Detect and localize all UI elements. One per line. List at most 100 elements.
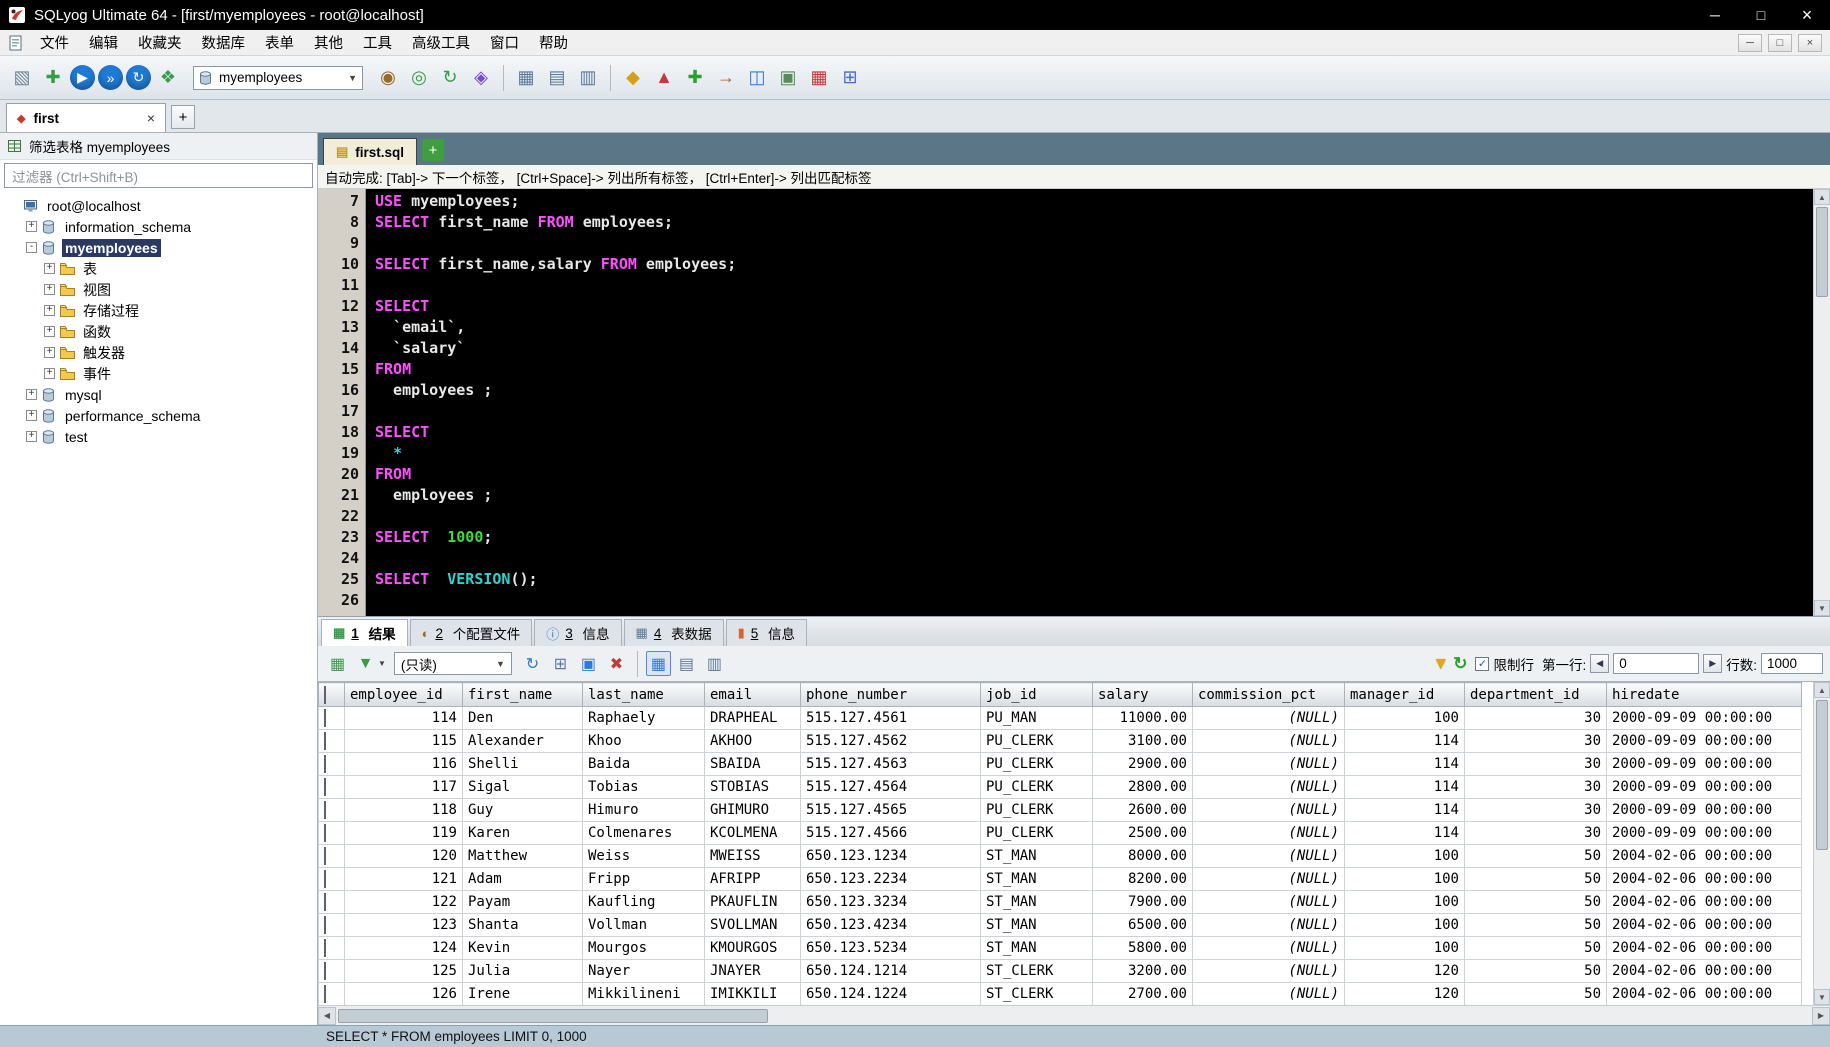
delete-row-icon[interactable]: ✖ xyxy=(604,651,629,676)
cell-employee_id[interactable]: 119 xyxy=(344,821,463,845)
column-header-hiredate[interactable]: hiredate xyxy=(1606,682,1802,707)
cell-salary[interactable]: 7900.00 xyxy=(1092,890,1193,914)
mdi-minimize-button[interactable]: ─ xyxy=(1738,33,1762,52)
cell-last_name[interactable]: Mourgos xyxy=(582,936,705,960)
cell-employee_id[interactable]: 126 xyxy=(344,982,463,1005)
cell-job_id[interactable]: PU_CLERK xyxy=(980,729,1093,753)
row-select-cell[interactable] xyxy=(318,890,345,914)
mdi-restore-button[interactable]: □ xyxy=(1768,33,1792,52)
cell-hiredate[interactable]: 2000-09-09 00:00:00 xyxy=(1606,775,1802,799)
cell-employee_id[interactable]: 118 xyxy=(344,798,463,822)
cell-department_id[interactable]: 50 xyxy=(1464,867,1607,891)
limit-rows-checkbox[interactable]: ✓ xyxy=(1475,656,1490,671)
save-changes-icon[interactable]: ▣ xyxy=(576,651,601,676)
cell-email[interactable]: DRAPHEAL xyxy=(704,706,801,730)
cell-department_id[interactable]: 30 xyxy=(1464,752,1607,776)
tree-item-myemployees[interactable]: - myemployees xyxy=(0,237,317,258)
row-select-cell[interactable] xyxy=(318,706,345,730)
scroll-down-icon[interactable]: ▼ xyxy=(1814,989,1830,1005)
cell-employee_id[interactable]: 115 xyxy=(344,729,463,753)
cell-employee_id[interactable]: 125 xyxy=(344,959,463,983)
cell-job_id[interactable]: PU_CLERK xyxy=(980,821,1093,845)
cell-employee_id[interactable]: 116 xyxy=(344,752,463,776)
row-checkbox[interactable] xyxy=(324,985,326,1003)
filter-funnel-icon[interactable]: ▼ xyxy=(1432,654,1449,674)
collapse-icon[interactable]: - xyxy=(26,242,37,253)
expand-icon[interactable]: + xyxy=(26,410,37,421)
expand-icon[interactable]: + xyxy=(44,326,55,337)
results-tab-5[interactable]: ▮ 5 信息 xyxy=(725,619,808,646)
cell-manager_id[interactable]: 100 xyxy=(1344,913,1465,937)
cell-salary[interactable]: 2500.00 xyxy=(1092,821,1193,845)
grid-scroll-thumb[interactable] xyxy=(1816,700,1828,850)
column-header-first_name[interactable]: first_name xyxy=(462,682,583,707)
connection-manager-icon[interactable]: ▧ xyxy=(8,64,36,92)
cell-salary[interactable]: 8200.00 xyxy=(1092,867,1193,891)
scheduled-backup-icon[interactable]: ▦ xyxy=(805,64,833,92)
row-select-cell[interactable] xyxy=(318,913,345,937)
row-checkbox[interactable] xyxy=(324,824,326,842)
menu-item-工具[interactable]: 工具 xyxy=(353,29,402,56)
scroll-right-icon[interactable]: ▶ xyxy=(1812,1006,1830,1025)
cell-email[interactable]: PKAUFLIN xyxy=(704,890,801,914)
scroll-up-icon[interactable]: ▲ xyxy=(1814,189,1830,205)
menu-item-高级工具[interactable]: 高级工具 xyxy=(402,29,480,56)
cell-commission_pct[interactable]: (NULL) xyxy=(1192,844,1345,868)
scroll-up-icon[interactable]: ▲ xyxy=(1814,682,1830,698)
cell-last_name[interactable]: Fripp xyxy=(582,867,705,891)
column-header-email[interactable]: email xyxy=(704,682,801,707)
row-checkbox[interactable] xyxy=(324,732,326,750)
cell-salary[interactable]: 2700.00 xyxy=(1092,982,1193,1005)
cell-job_id[interactable]: ST_MAN xyxy=(980,936,1093,960)
cell-salary[interactable]: 3200.00 xyxy=(1092,959,1193,983)
scroll-down-icon[interactable]: ▼ xyxy=(1814,600,1830,616)
cell-employee_id[interactable]: 117 xyxy=(344,775,463,799)
cell-employee_id[interactable]: 123 xyxy=(344,913,463,937)
cell-phone_number[interactable]: 650.123.3234 xyxy=(800,890,981,914)
cell-email[interactable]: MWEISS xyxy=(704,844,801,868)
cell-email[interactable]: SBAIDA xyxy=(704,752,801,776)
mdi-close-button[interactable]: × xyxy=(1798,33,1822,52)
expand-icon[interactable]: + xyxy=(26,389,37,400)
cell-hiredate[interactable]: 2004-02-06 00:00:00 xyxy=(1606,913,1802,937)
cell-department_id[interactable]: 50 xyxy=(1464,936,1607,960)
expand-icon[interactable]: + xyxy=(44,347,55,358)
grid-scrollbar[interactable]: ▲ ▼ xyxy=(1813,682,1830,1005)
row-select-cell[interactable] xyxy=(318,982,345,1005)
cell-job_id[interactable]: ST_MAN xyxy=(980,890,1093,914)
cell-hiredate[interactable]: 2000-09-09 00:00:00 xyxy=(1606,706,1802,730)
cell-commission_pct[interactable]: (NULL) xyxy=(1192,867,1345,891)
menu-item-其他[interactable]: 其他 xyxy=(304,29,353,56)
cell-department_id[interactable]: 30 xyxy=(1464,775,1607,799)
scroll-left-icon[interactable]: ◀ xyxy=(318,1006,336,1025)
cell-department_id[interactable]: 30 xyxy=(1464,798,1607,822)
grid-hscroll-thumb[interactable] xyxy=(338,1008,768,1023)
cell-commission_pct[interactable]: (NULL) xyxy=(1192,798,1345,822)
cell-phone_number[interactable]: 650.124.1214 xyxy=(800,959,981,983)
cell-first_name[interactable]: Den xyxy=(462,706,583,730)
cell-first_name[interactable]: Julia xyxy=(462,959,583,983)
row-select-cell[interactable] xyxy=(318,844,345,868)
cell-commission_pct[interactable]: (NULL) xyxy=(1192,729,1345,753)
select-all-header[interactable] xyxy=(318,682,345,707)
cell-department_id[interactable]: 30 xyxy=(1464,706,1607,730)
column-header-manager_id[interactable]: manager_id xyxy=(1344,682,1465,707)
cell-employee_id[interactable]: 124 xyxy=(344,936,463,960)
export-database-icon[interactable]: ◈ xyxy=(467,64,495,92)
readonly-mode-select[interactable]: (只读) ▼ xyxy=(393,652,512,675)
row-checkbox[interactable] xyxy=(324,939,326,957)
row-select-cell[interactable] xyxy=(318,798,345,822)
menu-item-编辑[interactable]: 编辑 xyxy=(79,29,128,56)
cell-last_name[interactable]: Vollman xyxy=(582,913,705,937)
user-manager-icon[interactable]: ❖ xyxy=(154,64,182,92)
row-select-cell[interactable] xyxy=(318,752,345,776)
cell-employee_id[interactable]: 121 xyxy=(344,867,463,891)
row-select-cell[interactable] xyxy=(318,959,345,983)
connect-database-icon[interactable]: ◎ xyxy=(405,64,433,92)
menu-item-窗口[interactable]: 窗口 xyxy=(480,29,529,56)
cell-salary[interactable]: 2600.00 xyxy=(1092,798,1193,822)
refresh-database-icon[interactable]: ↻ xyxy=(436,64,464,92)
filter-input[interactable]: 过滤器 (Ctrl+Shift+B) xyxy=(4,163,313,188)
export-result-icon[interactable]: ▼ xyxy=(353,651,378,676)
row-checkbox[interactable] xyxy=(324,709,326,727)
